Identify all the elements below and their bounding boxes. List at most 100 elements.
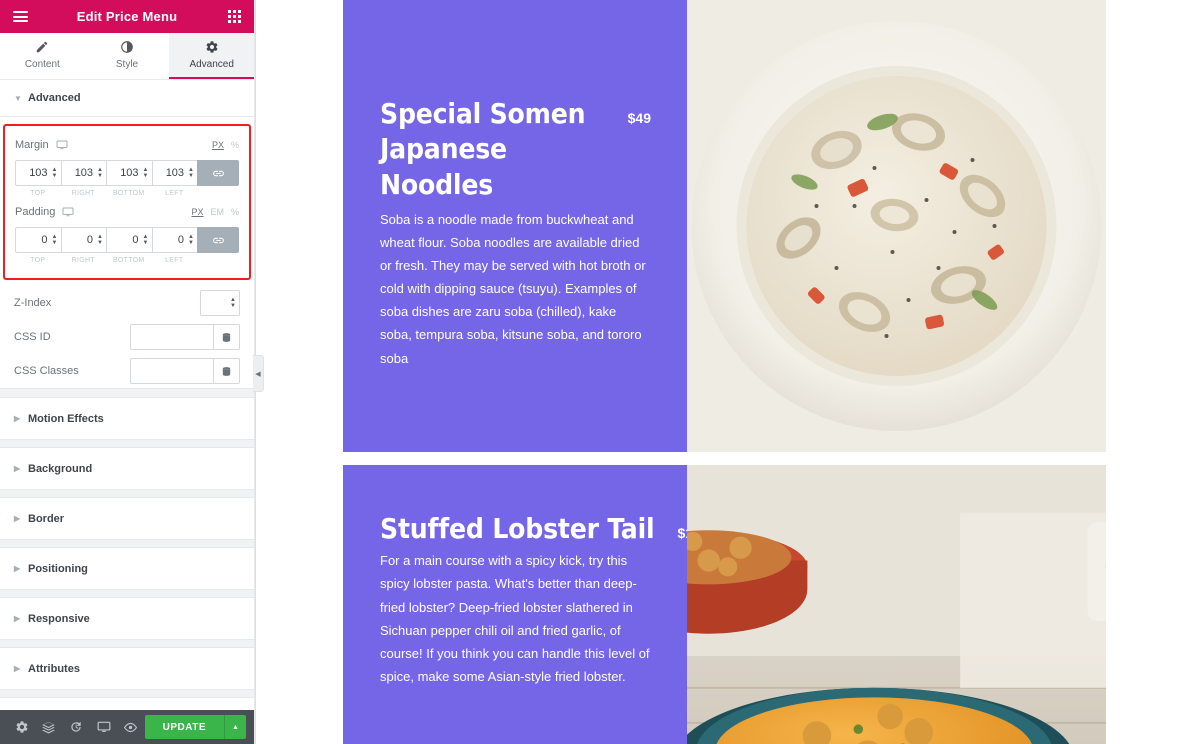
chevron-left-icon: ◀	[255, 370, 261, 378]
padding-unit-px[interactable]: PX	[191, 207, 203, 217]
margin-bottom-input[interactable]	[112, 167, 143, 179]
section-header-advanced[interactable]: ▼ Advanced	[0, 80, 254, 117]
spinner-icon[interactable]: ▲ ▼	[143, 167, 149, 179]
accordion-label: Responsive	[28, 612, 90, 625]
monitor-icon[interactable]	[56, 139, 68, 151]
update-options-button[interactable]: ▲	[224, 715, 247, 739]
padding-right-input[interactable]	[66, 234, 98, 246]
padding-label: Padding	[15, 206, 56, 218]
margin-left-label: LEFT	[165, 190, 184, 197]
margin-link-values-button[interactable]	[197, 160, 239, 186]
creamy-clam-mushroom-soup-bowl-image	[687, 0, 1106, 452]
accordion-responsive[interactable]: ▶ Responsive	[0, 598, 254, 639]
hamburger-menu-button[interactable]	[9, 9, 31, 25]
accordion-label: Background	[28, 462, 93, 475]
accordion-custom-css[interactable]: ▶ Custom CSS	[0, 698, 254, 710]
widgets-panel-button[interactable]	[223, 10, 245, 23]
menu-item-card[interactable]: Stuffed Lobster Tail $19 For a main cour…	[343, 465, 1106, 744]
section-divider	[0, 388, 254, 398]
css-classes-input[interactable]	[131, 365, 213, 377]
padding-control: Padding PX EM % 0 ▲ ▼ TOP 0 ▲ ▼ RIGHT 0 …	[15, 201, 239, 264]
margin-dimensions: ▲▼ TOP ▲▼ RIGHT ▲▼	[15, 160, 239, 197]
pencil-icon	[37, 41, 48, 53]
contrast-icon	[121, 41, 133, 53]
tab-style[interactable]: Style	[84, 33, 170, 79]
hamburger-icon	[12, 9, 28, 25]
accordion-border[interactable]: ▶ Border	[0, 498, 254, 539]
responsive-mode-button[interactable]	[90, 710, 117, 744]
padding-left-label: LEFT	[165, 257, 184, 264]
eye-icon	[124, 722, 138, 732]
padding-dimensions: ▲▼ TOP ▲▼ RIGHT ▲▼	[15, 227, 239, 264]
spinner-icon[interactable]: ▲ ▼	[143, 234, 149, 246]
spinner-icon[interactable]: ▲ ▼	[97, 167, 103, 179]
spinner-icon[interactable]: ▲ ▼	[52, 234, 58, 246]
css-id-input[interactable]	[131, 331, 213, 343]
tab-content[interactable]: Content	[0, 33, 85, 79]
editor-canvas: Special Somen Japanese Noodles $49 Soba …	[255, 0, 1200, 744]
padding-left-input[interactable]	[157, 234, 189, 246]
accordion-motion-effects[interactable]: ▶ Motion Effects	[0, 398, 254, 439]
database-icon[interactable]	[213, 359, 239, 383]
menu-item-title-row: Special Somen Japanese Noodles $49	[380, 96, 651, 202]
accordion-divider	[0, 689, 254, 698]
chevron-right-icon: ▶	[14, 664, 21, 673]
panel-tabs: Content Style Advanced	[0, 33, 255, 80]
accordion-positioning[interactable]: ▶ Positioning	[0, 548, 254, 589]
grid-icon	[227, 10, 241, 23]
accordion-divider	[0, 539, 254, 548]
spinner-icon[interactable]: ▲ ▼	[52, 167, 58, 179]
panel-header: Edit Price Menu	[0, 0, 254, 33]
spinner-icon[interactable]: ▲ ▼	[230, 297, 236, 309]
padding-link-values-button[interactable]	[197, 227, 239, 253]
accordion-divider	[0, 589, 254, 598]
section-title: Advanced	[28, 92, 81, 104]
monitor-icon[interactable]	[62, 206, 74, 218]
editor-panel: Edit Price Menu Content Style Advanced ▼…	[0, 0, 264, 744]
chevron-right-icon: ▶	[14, 614, 21, 623]
history-button[interactable]	[63, 710, 90, 744]
margin-left-input[interactable]	[157, 167, 189, 179]
margin-bottom-label: BOTTOM	[112, 190, 145, 197]
gear-icon	[16, 721, 28, 733]
spacing-controls-group: Margin PX % ▲▼	[3, 124, 251, 280]
tab-advanced[interactable]: Advanced	[169, 33, 255, 79]
spinner-icon[interactable]: ▲ ▼	[97, 234, 103, 246]
chevron-up-icon: ▲	[232, 723, 239, 731]
preview-button[interactable]	[117, 710, 144, 744]
menu-item-description: Soba is a noodle made from buckwheat and…	[380, 211, 646, 366]
menu-item-card[interactable]: Special Somen Japanese Noodles $49 Soba …	[343, 0, 1106, 452]
accordion-background[interactable]: ▶ Background	[0, 448, 254, 489]
gear-icon	[206, 41, 218, 53]
panel-collapse-handle[interactable]: ◀	[253, 355, 264, 392]
settings-button[interactable]	[8, 710, 35, 744]
padding-bottom-input[interactable]	[112, 234, 143, 246]
padding-top-input[interactable]	[21, 234, 52, 246]
margin-right-input[interactable]	[66, 167, 98, 179]
menu-item-title: Special Somen Japanese Noodles	[380, 97, 586, 201]
z-index-field[interactable]: ▲ ▼	[200, 290, 240, 316]
margin-unit-percent[interactable]: %	[231, 140, 239, 150]
update-button[interactable]: UPDATE	[144, 715, 225, 739]
css-id-row: CSS ID	[0, 320, 254, 354]
spinner-icon[interactable]: ▲ ▼	[188, 234, 194, 246]
padding-unit-em[interactable]: EM	[210, 207, 224, 217]
price-menu-widget: Special Somen Japanese Noodles $49 Soba …	[343, 0, 1106, 744]
padding-unit-percent[interactable]: %	[231, 207, 239, 217]
margin-top-input[interactable]	[21, 167, 52, 179]
margin-label-wrap: Margin	[15, 139, 68, 151]
link-icon	[212, 170, 224, 176]
css-classes-field[interactable]	[130, 358, 240, 384]
database-icon[interactable]	[213, 325, 239, 349]
css-id-field[interactable]	[130, 324, 240, 350]
padding-top: ▲▼ TOP	[15, 227, 61, 264]
menu-item-text: Stuffed Lobster Tail $19 For a main cour…	[343, 465, 701, 744]
padding-right-label: RIGHT	[71, 257, 95, 264]
panel-footer: UPDATE ▲	[0, 710, 254, 744]
accordion-attributes[interactable]: ▶ Attributes	[0, 648, 254, 689]
navigator-button[interactable]	[35, 710, 62, 744]
margin-unit-px[interactable]: PX	[212, 140, 224, 150]
css-id-label: CSS ID	[14, 331, 51, 343]
margin-top-label: TOP	[30, 190, 46, 197]
spinner-icon[interactable]: ▲ ▼	[188, 167, 194, 179]
